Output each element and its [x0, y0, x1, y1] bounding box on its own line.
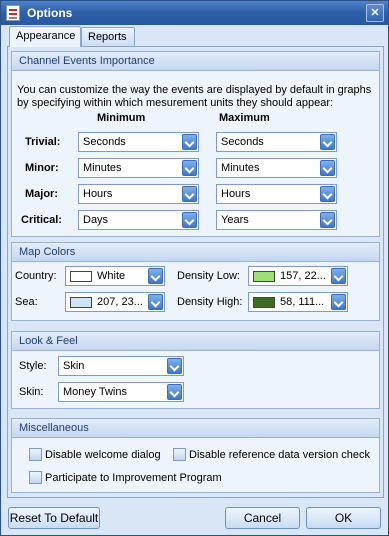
- chevron-down-icon[interactable]: [320, 160, 335, 176]
- density-high-color-select[interactable]: 58, 111...: [248, 292, 348, 312]
- minimum-column-header: Minimum: [97, 112, 146, 124]
- options-window: Options ✕ Appearance Reports Channel Eve…: [0, 0, 389, 536]
- disable-welcome-label[interactable]: Disable welcome dialog: [45, 449, 161, 461]
- trivial-min-select[interactable]: Seconds: [78, 132, 199, 152]
- window-title: Options: [27, 6, 73, 20]
- density-low-label: Density Low:: [177, 270, 240, 282]
- critical-max-select[interactable]: Years: [216, 210, 337, 230]
- title-bar[interactable]: Options ✕: [1, 1, 388, 25]
- chevron-down-icon[interactable]: [182, 134, 197, 150]
- critical-label: Critical:: [21, 214, 62, 226]
- tab-appearance[interactable]: Appearance: [9, 26, 81, 47]
- chevron-down-icon[interactable]: [182, 186, 197, 202]
- disable-reference-label[interactable]: Disable reference data version check: [189, 449, 370, 461]
- chevron-down-icon[interactable]: [182, 212, 197, 228]
- minor-max-select[interactable]: Minutes: [216, 158, 337, 178]
- appearance-panel: Channel Events Importance You can custom…: [7, 46, 384, 498]
- channel-events-description-2: by specifying within which mesurement un…: [17, 97, 334, 109]
- app-icon: [6, 5, 20, 21]
- chevron-down-icon[interactable]: [167, 358, 182, 374]
- style-select[interactable]: Skin: [58, 356, 184, 376]
- sea-label: Sea:: [15, 296, 38, 308]
- density-low-color-select[interactable]: 157, 22...: [248, 266, 348, 286]
- chevron-down-icon[interactable]: [331, 268, 346, 284]
- maximum-column-header: Maximum: [219, 112, 270, 124]
- look-feel-header: Look & Feel: [12, 332, 379, 351]
- map-colors-header: Map Colors: [12, 243, 379, 262]
- density-high-label: Density High:: [177, 296, 243, 308]
- trivial-label: Trivial:: [25, 136, 61, 148]
- ok-button[interactable]: OK: [306, 507, 381, 529]
- channel-events-description-1: You can customize the way the events are…: [17, 84, 372, 96]
- major-max-select[interactable]: Hours: [216, 184, 337, 204]
- close-icon[interactable]: ✕: [366, 4, 384, 22]
- chevron-down-icon[interactable]: [320, 134, 335, 150]
- participate-label[interactable]: Participate to Improvement Program: [45, 472, 222, 484]
- country-color-select[interactable]: White: [65, 266, 165, 286]
- style-label: Style:: [19, 360, 47, 372]
- chevron-down-icon[interactable]: [182, 160, 197, 176]
- disable-reference-checkbox[interactable]: [173, 448, 186, 461]
- density-high-color-swatch: [253, 297, 275, 308]
- sea-color-select[interactable]: 207, 23...: [65, 292, 165, 312]
- chevron-down-icon[interactable]: [148, 294, 163, 310]
- disable-welcome-checkbox[interactable]: [29, 448, 42, 461]
- chevron-down-icon[interactable]: [167, 384, 182, 400]
- reset-to-default-button[interactable]: Reset To Default: [8, 507, 100, 529]
- sea-color-swatch: [70, 297, 92, 308]
- chevron-down-icon[interactable]: [148, 268, 163, 284]
- channel-events-header: Channel Events Importance: [12, 52, 379, 71]
- skin-label: Skin:: [19, 386, 44, 398]
- critical-min-select[interactable]: Days: [78, 210, 199, 230]
- minor-min-select[interactable]: Minutes: [78, 158, 199, 178]
- miscellaneous-header: Miscellaneous: [12, 419, 379, 438]
- country-label: Country:: [15, 270, 57, 282]
- channel-events-group: Channel Events Importance You can custom…: [11, 51, 380, 237]
- major-label: Major:: [25, 188, 58, 200]
- tab-reports[interactable]: Reports: [81, 27, 135, 46]
- skin-select[interactable]: Money Twins: [58, 382, 184, 402]
- map-colors-group: Map Colors Country: White Density Low: 1…: [11, 242, 380, 321]
- major-min-select[interactable]: Hours: [78, 184, 199, 204]
- cancel-button[interactable]: Cancel: [225, 507, 300, 529]
- participate-checkbox[interactable]: [29, 471, 42, 484]
- density-low-color-swatch: [253, 271, 275, 282]
- miscellaneous-group: Miscellaneous Disable welcome dialog Dis…: [11, 418, 380, 493]
- look-feel-group: Look & Feel Style: Skin Skin: Money Twin…: [11, 331, 380, 409]
- chevron-down-icon[interactable]: [320, 186, 335, 202]
- country-color-swatch: [70, 271, 92, 282]
- minor-label: Minor:: [25, 162, 59, 174]
- chevron-down-icon[interactable]: [320, 212, 335, 228]
- trivial-max-select[interactable]: Seconds: [216, 132, 337, 152]
- chevron-down-icon[interactable]: [331, 294, 346, 310]
